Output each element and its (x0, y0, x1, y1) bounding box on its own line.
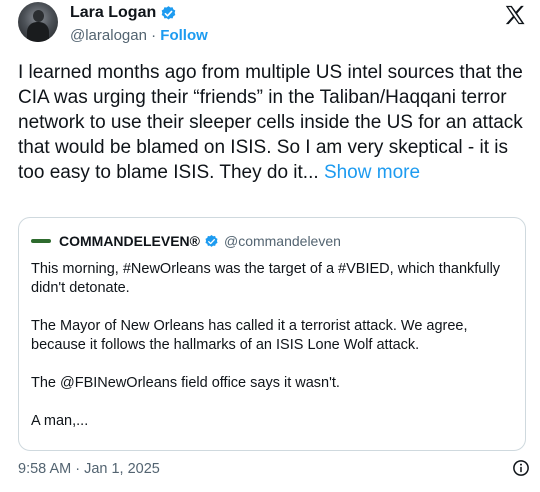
quoted-author-handle: @commandeleven (223, 233, 341, 249)
author-name-row[interactable]: Lara Logan (70, 3, 177, 23)
author-handle[interactable]: @laralogan (70, 27, 147, 44)
quoted-avatar (31, 239, 51, 243)
quoted-paragraph: This morning, #NewOrleans was the target… (31, 261, 501, 296)
quoted-tweet-body: This morning, #NewOrleans was the target… (31, 260, 519, 450)
quoted-tweet[interactable]: COMMANDELEVEN® @commandeleven This morni… (18, 217, 526, 451)
show-more-link[interactable]: Show more (324, 162, 420, 183)
tweet-text: I learned months ago from multiple US in… (18, 60, 530, 185)
tweet-body: I learned months ago from multiple US in… (18, 62, 523, 183)
quoted-paragraph: The Mayor of New Orleans has called it a… (31, 318, 468, 353)
quoted-paragraph: A man,... (31, 413, 89, 429)
avatar-figure-body (27, 22, 49, 42)
verified-badge-icon (161, 5, 176, 20)
handle-line: @laralogan · Follow (70, 27, 208, 45)
follow-button[interactable]: Follow (160, 27, 208, 44)
info-icon[interactable] (512, 459, 530, 477)
separator-dot: · (151, 27, 157, 44)
quoted-author-name: COMMANDELEVEN® (59, 233, 200, 249)
x-logo-icon[interactable] (504, 4, 526, 26)
avatar-figure-head (33, 10, 44, 22)
author-name[interactable]: Lara Logan (70, 3, 156, 23)
quoted-paragraph: The @FBINewOrleans field office says it … (31, 375, 340, 391)
verified-badge-icon (205, 234, 218, 247)
quoted-tweet-header: COMMANDELEVEN® @commandeleven (31, 232, 341, 250)
tweet-timestamp[interactable]: 9:58 AM · Jan 1, 2025 (18, 460, 160, 478)
author-avatar[interactable] (18, 2, 58, 42)
